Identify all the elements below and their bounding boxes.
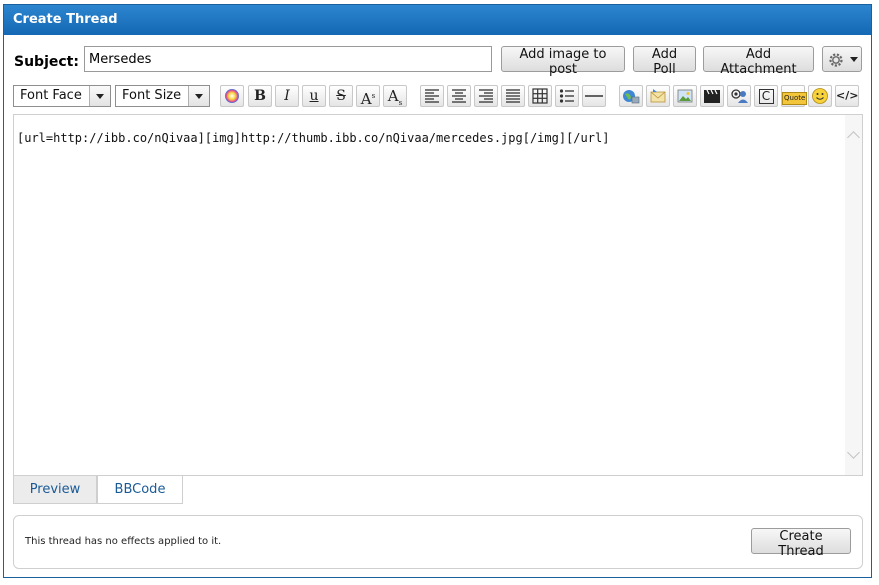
bold-button[interactable]: B <box>248 85 272 107</box>
insert-link-button[interactable] <box>619 85 643 107</box>
chevron-down-icon <box>89 86 110 106</box>
subscript-mark: s <box>398 99 403 107</box>
superscript-button[interactable]: As <box>356 85 380 108</box>
bullet-list-icon <box>559 89 574 103</box>
globe-link-icon <box>623 90 640 104</box>
users-mention-icon <box>731 89 748 103</box>
insert-table-button[interactable] <box>528 85 552 107</box>
text-color-button[interactable] <box>220 85 244 107</box>
insert-smiley-button[interactable] <box>808 85 832 107</box>
font-size-select[interactable]: Font Size <box>115 85 210 107</box>
align-left-icon <box>425 89 439 103</box>
editor-scrollbar[interactable] <box>845 115 862 475</box>
align-left-button[interactable] <box>420 85 444 107</box>
image-icon <box>677 89 693 103</box>
align-right-button[interactable] <box>474 85 498 107</box>
insert-email-button[interactable] <box>646 85 670 107</box>
email-icon <box>650 89 666 103</box>
gear-icon <box>829 53 843 67</box>
scroll-up-icon[interactable] <box>847 131 860 144</box>
align-right-icon <box>479 89 493 103</box>
effects-status-text: This thread has no effects applied to it… <box>25 536 222 547</box>
underline-button[interactable]: u <box>302 85 326 107</box>
scroll-down-icon[interactable] <box>847 446 860 459</box>
chevron-down-icon <box>188 86 209 106</box>
font-size-value: Font Size <box>122 88 182 103</box>
tab-bbcode[interactable]: BBCode <box>97 476 183 504</box>
italic-button[interactable]: I <box>275 85 299 107</box>
horizontal-rule-button[interactable] <box>582 85 606 107</box>
window-title: Create Thread <box>4 5 871 35</box>
subject-label: Subject: <box>14 54 79 70</box>
add-image-button[interactable]: Add image to post <box>501 46 625 77</box>
create-thread-button[interactable]: Create Thread <box>751 528 851 559</box>
font-face-value: Font Face <box>20 88 82 103</box>
editor-content[interactable]: [url=http://ibb.co/nQivaa][img]http://th… <box>17 131 609 145</box>
strikethrough-button[interactable]: S <box>329 85 353 107</box>
table-icon <box>532 88 548 104</box>
superscript-letter: A <box>360 90 372 108</box>
add-attachment-button[interactable]: Add Attachment <box>703 46 814 77</box>
superscript-mark: s <box>371 92 376 100</box>
insert-code-button[interactable]: C <box>754 85 778 107</box>
code-icon: C <box>758 89 774 104</box>
subject-input[interactable] <box>84 46 492 72</box>
subscript-button[interactable]: As <box>383 85 407 107</box>
color-wheel-icon <box>225 89 239 103</box>
align-center-button[interactable] <box>447 85 471 107</box>
align-justify-icon <box>506 89 520 103</box>
video-clapper-icon <box>704 89 720 103</box>
justify-button[interactable] <box>501 85 525 107</box>
thread-footer: This thread has no effects applied to it… <box>13 515 863 569</box>
font-face-select[interactable]: Font Face <box>13 85 111 107</box>
horizontal-rule-icon <box>585 95 603 97</box>
chevron-down-icon <box>850 57 858 62</box>
subscript-letter: A <box>387 87 399 105</box>
insert-video-button[interactable] <box>700 85 724 107</box>
source-mode-button[interactable]: </> <box>835 85 859 107</box>
bullet-list-button[interactable] <box>555 85 579 107</box>
mention-user-button[interactable] <box>727 85 751 107</box>
create-thread-panel: Create Thread Subject: Add image to post… <box>3 4 872 578</box>
add-poll-button[interactable]: Add Poll <box>633 46 696 77</box>
insert-image-button[interactable] <box>673 85 697 107</box>
insert-quote-button[interactable]: Quote <box>781 85 808 107</box>
align-center-icon <box>452 89 466 103</box>
smiley-icon <box>812 88 828 104</box>
settings-menu-button[interactable] <box>822 46 862 72</box>
tab-preview[interactable]: Preview <box>13 476 97 504</box>
quote-icon: Quote <box>782 92 808 105</box>
message-editor[interactable]: [url=http://ibb.co/nQivaa][img]http://th… <box>13 114 863 476</box>
